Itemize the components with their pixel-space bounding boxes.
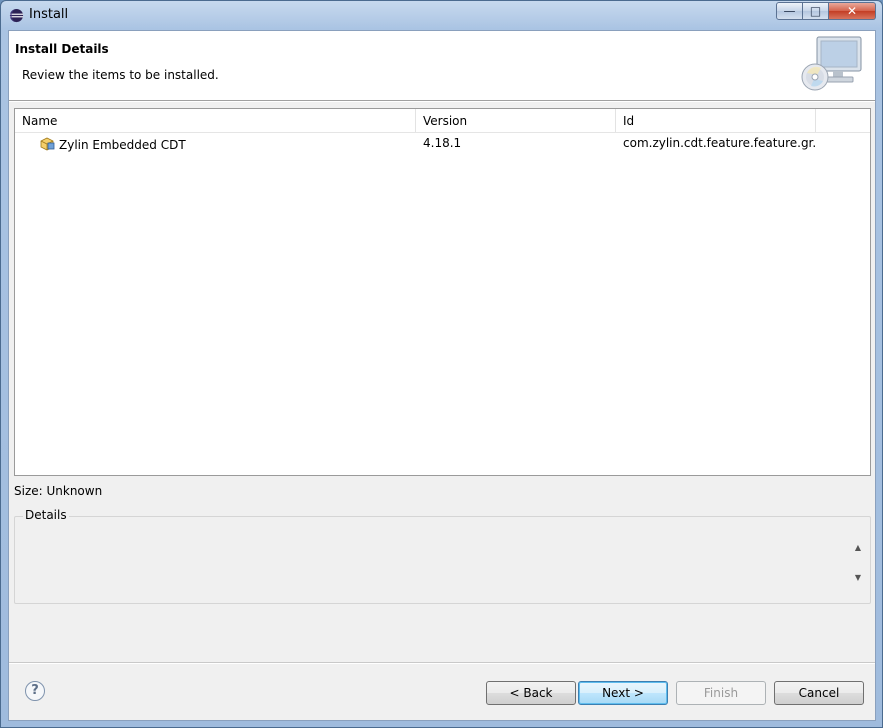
install-computer-cd-icon [801, 36, 862, 91]
maximize-button[interactable]: □ [803, 2, 829, 20]
next-button[interactable]: Next > [578, 681, 668, 705]
scroll-down-icon[interactable]: ▼ [855, 573, 861, 582]
cell-name: Zylin Embedded CDT [15, 133, 416, 154]
details-label: Details [23, 508, 69, 522]
help-icon[interactable]: ? [25, 681, 45, 701]
details-text-area[interactable]: ▲ ▼ [17, 527, 867, 601]
install-items-table[interactable]: Name Version Id Zylin Embedded CDT 4.18.… [14, 108, 871, 476]
window-controls: — □ ✕ [776, 2, 876, 21]
column-header-filler [816, 109, 870, 132]
feature-name: Zylin Embedded CDT [59, 138, 186, 152]
table-row[interactable]: Zylin Embedded CDT 4.18.1 com.zylin.cdt.… [15, 133, 870, 154]
table-header: Name Version Id [15, 109, 870, 133]
wizard-header: Install Details Review the items to be i… [9, 31, 875, 101]
cancel-button[interactable]: Cancel [774, 681, 864, 705]
finish-button[interactable]: Finish [676, 681, 766, 705]
close-button[interactable]: ✕ [829, 2, 876, 20]
size-label: Size: Unknown [14, 484, 103, 498]
button-bar-separator [9, 662, 875, 664]
feature-plugin-icon [40, 137, 55, 151]
dialog-client-area: Install Details Review the items to be i… [8, 30, 876, 721]
column-header-id[interactable]: Id [616, 109, 816, 132]
window-title: Install [29, 7, 69, 22]
cell-id: com.zylin.cdt.feature.feature.gr... [623, 136, 816, 150]
eclipse-icon [9, 8, 24, 23]
page-title: Install Details [15, 42, 109, 56]
column-header-name[interactable]: Name [15, 109, 416, 132]
scroll-up-icon[interactable]: ▲ [855, 543, 861, 552]
install-dialog: Install — □ ✕ Install Details Review the… [0, 0, 883, 728]
close-icon: ✕ [846, 4, 858, 18]
maximize-icon: □ [809, 4, 822, 18]
title-bar[interactable]: Install — □ ✕ [1, 1, 882, 30]
column-header-version[interactable]: Version [416, 109, 616, 132]
page-description: Review the items to be installed. [22, 68, 219, 82]
minimize-icon: — [783, 4, 796, 18]
minimize-button[interactable]: — [776, 2, 803, 20]
header-separator [9, 101, 875, 102]
back-button[interactable]: < Back [486, 681, 576, 705]
details-group: ▲ ▼ [14, 516, 871, 604]
cell-version: 4.18.1 [423, 136, 462, 150]
